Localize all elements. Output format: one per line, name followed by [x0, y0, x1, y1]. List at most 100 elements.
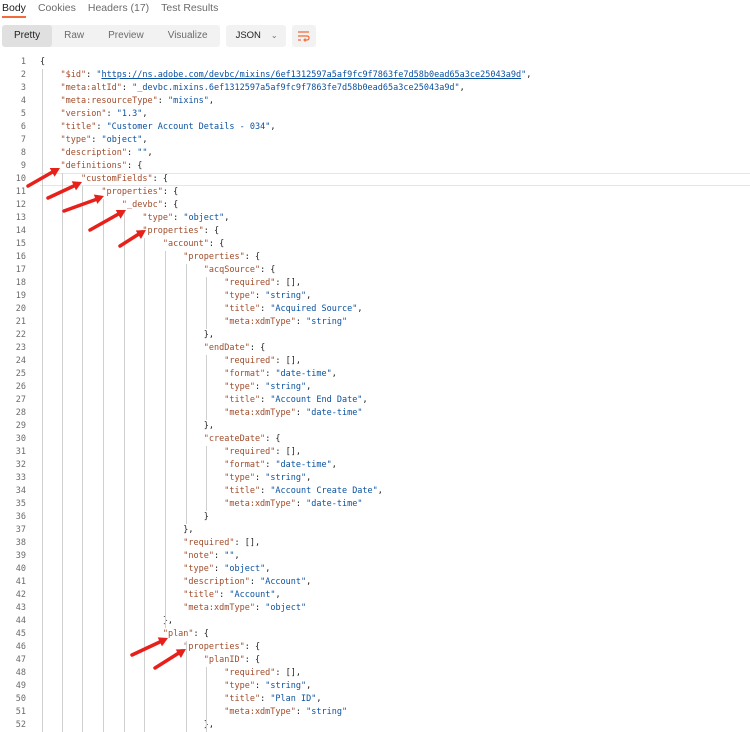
json-value: "date-time": [306, 499, 363, 509]
json-punctuation: :: [265, 369, 276, 379]
line-number: 8: [20, 148, 26, 158]
json-punctuation: [40, 96, 60, 106]
json-punctuation: ,: [526, 70, 532, 80]
indent-guide: [103, 199, 104, 732]
line-text: "customFields": {: [40, 173, 168, 186]
tab-cookies[interactable]: Cookies: [38, 0, 76, 18]
indent-guide: [206, 667, 207, 732]
format-dropdown[interactable]: JSON ⌄: [225, 25, 286, 47]
line-number: 45: [15, 629, 26, 639]
json-punctuation: [40, 148, 60, 158]
line-text: "type": "string",: [40, 381, 311, 394]
json-key: "required": [224, 668, 276, 678]
json-punctuation: [40, 343, 204, 353]
line-number: 48: [15, 668, 26, 678]
json-punctuation: :: [91, 135, 102, 145]
json-key: "title": [183, 590, 220, 600]
json-punctuation: {: [40, 57, 46, 67]
line-number: 6: [20, 122, 26, 132]
json-punctuation: :: [214, 564, 225, 574]
json-punctuation: ,: [306, 291, 312, 301]
line-number: 36: [15, 512, 26, 522]
line-text: "properties": {: [40, 186, 178, 199]
wrap-lines-button[interactable]: [291, 25, 316, 47]
code-line: 26 "type": "string",: [0, 381, 750, 394]
visualize-button[interactable]: Visualize: [156, 25, 220, 47]
json-punctuation: ,: [142, 109, 148, 119]
response-body-editor[interactable]: 1{2 "$id": "https://ns.adobe.com/devbc/m…: [0, 56, 750, 732]
json-punctuation: : [],: [234, 538, 261, 548]
line-text: "required": [],: [40, 537, 260, 550]
indent-guide: [62, 173, 63, 732]
json-key: "plan": [162, 629, 194, 639]
line-text: "title": "Account Create Date",: [40, 485, 383, 498]
code-line: 47 "planID": {: [0, 654, 750, 667]
json-punctuation: [40, 473, 224, 483]
line-number: 31: [15, 447, 26, 457]
json-key: "title": [224, 694, 261, 704]
json-value: "string": [306, 707, 348, 717]
body-toolbar: Pretty Raw Preview Visualize JSON ⌄: [0, 25, 316, 47]
line-number: 47: [15, 655, 26, 665]
json-key: "type": [224, 681, 255, 691]
json-punctuation: [40, 70, 60, 80]
line-number: 29: [15, 421, 26, 431]
line-number: 23: [15, 343, 26, 353]
line-text: },: [40, 719, 214, 732]
raw-button[interactable]: Raw: [52, 25, 96, 47]
json-punctuation: },: [40, 525, 194, 535]
code-line: 22 },: [0, 329, 750, 342]
tab-test-results[interactable]: Test Results: [161, 0, 218, 18]
json-key: "format": [224, 460, 266, 470]
json-value: "Account Create Date": [270, 486, 378, 496]
json-punctuation: :: [260, 304, 271, 314]
code-line: 10 "customFields": {: [0, 173, 750, 186]
line-text: "_devbc": {: [40, 199, 178, 212]
code-line: 23 "endDate": {: [0, 342, 750, 355]
json-punctuation: :: [260, 395, 271, 405]
wrap-lines-icon: [297, 31, 310, 42]
code-line: 28 "meta:xdmType": "date-time": [0, 407, 750, 420]
preview-button[interactable]: Preview: [96, 25, 156, 47]
json-punctuation: : {: [162, 200, 179, 210]
json-punctuation: [40, 226, 142, 236]
line-text: "properties": {: [40, 641, 260, 654]
json-value: "Account": [260, 577, 307, 587]
indent-guide: [206, 355, 207, 420]
json-value[interactable]: https://ns.adobe.com/devbc/mixins/6ef131…: [101, 70, 521, 80]
json-punctuation: :: [214, 551, 225, 561]
code-line: 40 "type": "object",: [0, 563, 750, 576]
json-punctuation: : {: [162, 187, 179, 197]
json-punctuation: :: [295, 317, 307, 327]
code-line: 14 "properties": {: [0, 225, 750, 238]
code-line: 20 "title": "Acquired Source",: [0, 303, 750, 316]
indent-guide: [165, 251, 166, 628]
json-key: "title": [224, 395, 261, 405]
json-punctuation: [40, 83, 60, 93]
line-text: "required": [],: [40, 355, 301, 368]
pretty-button[interactable]: Pretty: [2, 25, 53, 47]
tab-body[interactable]: Body: [2, 0, 26, 18]
json-key: "_devbc": [121, 200, 163, 210]
json-punctuation: [40, 122, 60, 132]
tab-headers[interactable]: Headers (17): [88, 0, 149, 18]
view-mode-selector: Pretty Raw Preview Visualize: [2, 25, 220, 47]
json-key: "planID": [203, 655, 245, 665]
json-key: "definitions": [60, 161, 128, 171]
line-text: "properties": {: [40, 225, 219, 238]
json-punctuation: },: [40, 330, 214, 340]
json-key: "meta:xdmType": [183, 603, 255, 613]
json-key: "meta:resourceType": [60, 96, 158, 106]
json-punctuation: : {: [260, 265, 276, 275]
code-line: 15 "account": {: [0, 238, 750, 251]
json-key: "required": [224, 447, 276, 457]
json-punctuation: ,: [459, 83, 465, 93]
line-number: 52: [15, 720, 26, 730]
line-text: "format": "date-time",: [40, 459, 337, 472]
code-line: 12 "_devbc": {: [0, 199, 750, 212]
json-punctuation: ,: [224, 213, 230, 223]
json-value: "object": [224, 564, 266, 574]
line-number: 50: [15, 694, 26, 704]
json-value: "date-time": [306, 408, 363, 418]
code-line: 9 "definitions": {: [0, 160, 750, 173]
